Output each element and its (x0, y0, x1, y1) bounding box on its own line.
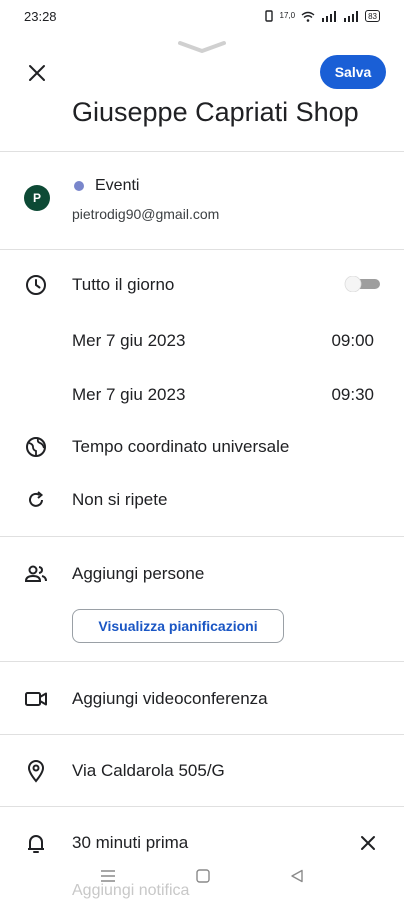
divider (0, 734, 404, 735)
signal-icon (322, 10, 337, 22)
wifi-icon (301, 11, 315, 22)
divider (0, 536, 404, 537)
close-icon (361, 836, 375, 850)
end-time[interactable]: 09:30 (331, 385, 374, 405)
repeat-option[interactable]: Non si ripete (72, 490, 167, 510)
network-speed: 17,0 (279, 11, 296, 20)
signal-icon-2 (344, 10, 359, 22)
bell-icon (24, 831, 48, 855)
divider (0, 806, 404, 807)
divider (0, 249, 404, 250)
divider (0, 661, 404, 662)
start-time[interactable]: 09:00 (331, 331, 374, 351)
calendar-name[interactable]: Eventi (95, 177, 139, 195)
vibrate-icon (264, 10, 273, 22)
location[interactable]: Via Caldarola 505/G (72, 761, 225, 781)
globe-icon (24, 435, 48, 459)
avatar[interactable]: P (24, 185, 50, 211)
clock-icon (24, 273, 48, 297)
view-schedules-button[interactable]: Visualizza pianificazioni (72, 609, 284, 643)
people-icon (24, 562, 48, 586)
divider (0, 151, 404, 152)
video-icon (24, 687, 48, 711)
close-icon (29, 65, 45, 81)
save-button[interactable]: Salva (320, 55, 386, 89)
battery-level: 83 (368, 11, 377, 21)
remove-notification-button[interactable] (356, 831, 380, 855)
add-videoconference[interactable]: Aggiungi videoconferenza (72, 689, 268, 709)
status-time: 23:28 (24, 8, 57, 24)
drag-handle-icon[interactable] (178, 40, 226, 54)
end-date[interactable]: Mer 7 giu 2023 (72, 385, 185, 405)
notification-time[interactable]: 30 minuti prima (72, 833, 188, 853)
battery-icon: 83 (365, 10, 380, 22)
account-email: pietrodig90@gmail.com (72, 206, 220, 222)
all-day-label: Tutto il giorno (72, 275, 175, 294)
status-icons: 17,0 83 (264, 10, 380, 22)
location-pin-icon (24, 759, 48, 783)
back-triangle-icon[interactable] (290, 869, 304, 883)
status-bar: 23:28 17,0 83 (0, 0, 404, 32)
event-title[interactable]: Giuseppe Capriati Shop (72, 97, 359, 128)
start-date[interactable]: Mer 7 giu 2023 (72, 331, 185, 351)
calendar-color-dot (74, 181, 84, 191)
timezone[interactable]: Tempo coordinato universale (72, 437, 289, 457)
menu-icon[interactable] (100, 870, 116, 882)
avatar-letter: P (32, 191, 41, 205)
home-square-icon[interactable] (196, 869, 210, 883)
close-button[interactable] (22, 58, 52, 88)
add-people[interactable]: Aggiungi persone (72, 564, 204, 584)
repeat-icon (24, 488, 48, 512)
all-day-toggle[interactable] (344, 276, 380, 292)
system-nav-bar (0, 860, 404, 892)
